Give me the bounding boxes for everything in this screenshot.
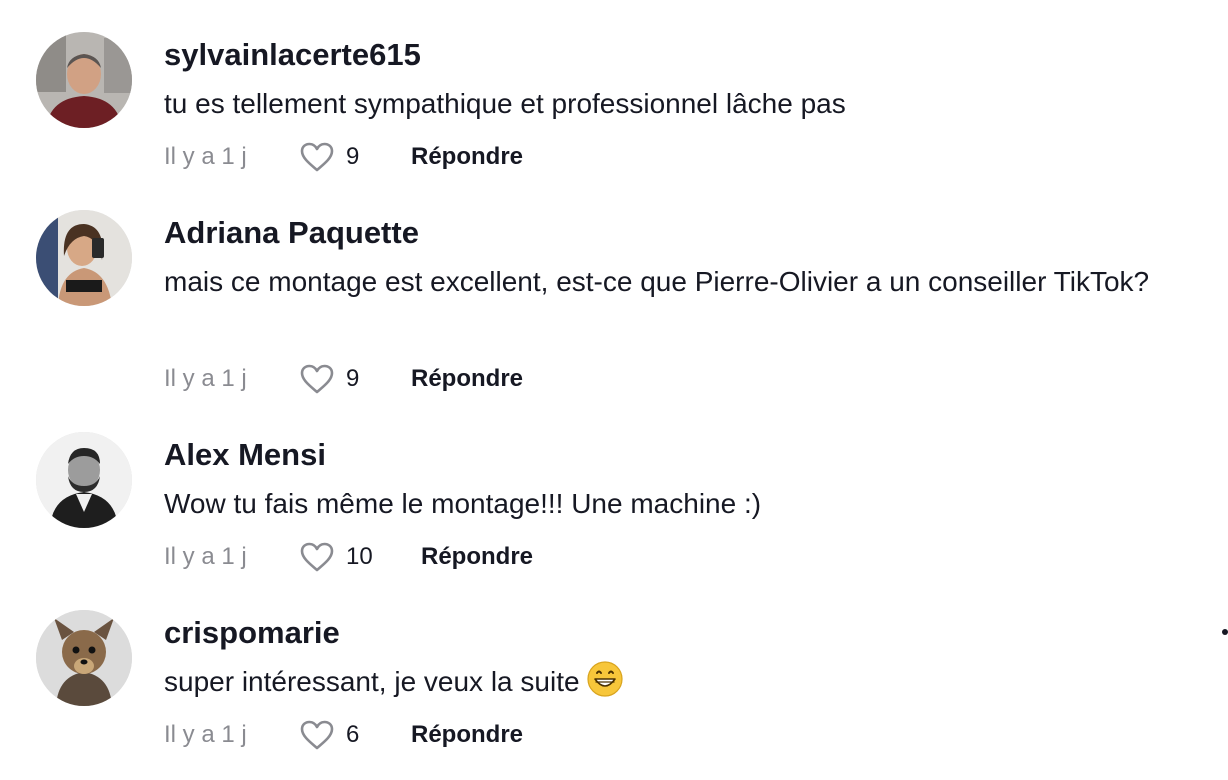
reply-button[interactable]: Répondre [411,365,523,393]
profile-photo-icon [36,610,132,706]
comment-actions: Il y a 1 j 9 Répondre [164,139,523,175]
avatar[interactable] [36,210,132,306]
comments-list: sylvainlacerte615 tu es tellement sympat… [0,0,1228,780]
reply-button[interactable]: Répondre [411,721,523,749]
comment-text-content: super intéressant, je veux la suite [164,666,580,697]
comment-text: Wow tu fais même le montage!!! Une machi… [164,488,762,519]
profile-photo-icon [36,432,132,528]
reply-button[interactable]: Répondre [421,543,533,571]
like-count: 6 [346,721,360,748]
like-count: 9 [346,143,360,170]
comment-timestamp: Il y a 1 j [164,365,247,392]
comment-text: super intéressant, je veux la suite [164,660,1174,704]
heart-outline-icon[interactable] [300,141,336,173]
like-count: 9 [346,365,360,392]
avatar[interactable] [36,610,132,706]
reply-button[interactable]: Répondre [411,143,523,171]
comment-text: mais ce montage est excellent, est-ce qu… [164,266,1150,297]
comment-username[interactable]: Adriana Paquette [164,215,419,251]
comment-username[interactable]: crispomarie [164,615,340,651]
comment-username[interactable]: Alex Mensi [164,437,326,473]
comment-timestamp: Il y a 1 j [164,543,247,570]
avatar[interactable] [36,32,132,128]
heart-outline-icon[interactable] [300,363,336,395]
like-count: 10 [346,543,373,570]
profile-photo-icon [36,210,132,306]
grinning-face-icon [586,660,624,698]
comment-username[interactable]: sylvainlacerte615 [164,37,421,73]
comment-text: tu es tellement sympathique et professio… [164,88,846,119]
comment-actions: Il y a 1 j 9 Répondre [164,361,523,397]
comment-actions: Il y a 1 j 10 Répondre [164,539,533,575]
comment-actions: Il y a 1 j 6 Répondre [164,717,523,753]
heart-outline-icon[interactable] [300,719,336,751]
profile-photo-icon [36,32,132,128]
scroll-indicator-dot [1222,629,1228,635]
avatar[interactable] [36,432,132,528]
comment-timestamp: Il y a 1 j [164,143,247,170]
comment-timestamp: Il y a 1 j [164,721,247,748]
heart-outline-icon[interactable] [300,541,336,573]
